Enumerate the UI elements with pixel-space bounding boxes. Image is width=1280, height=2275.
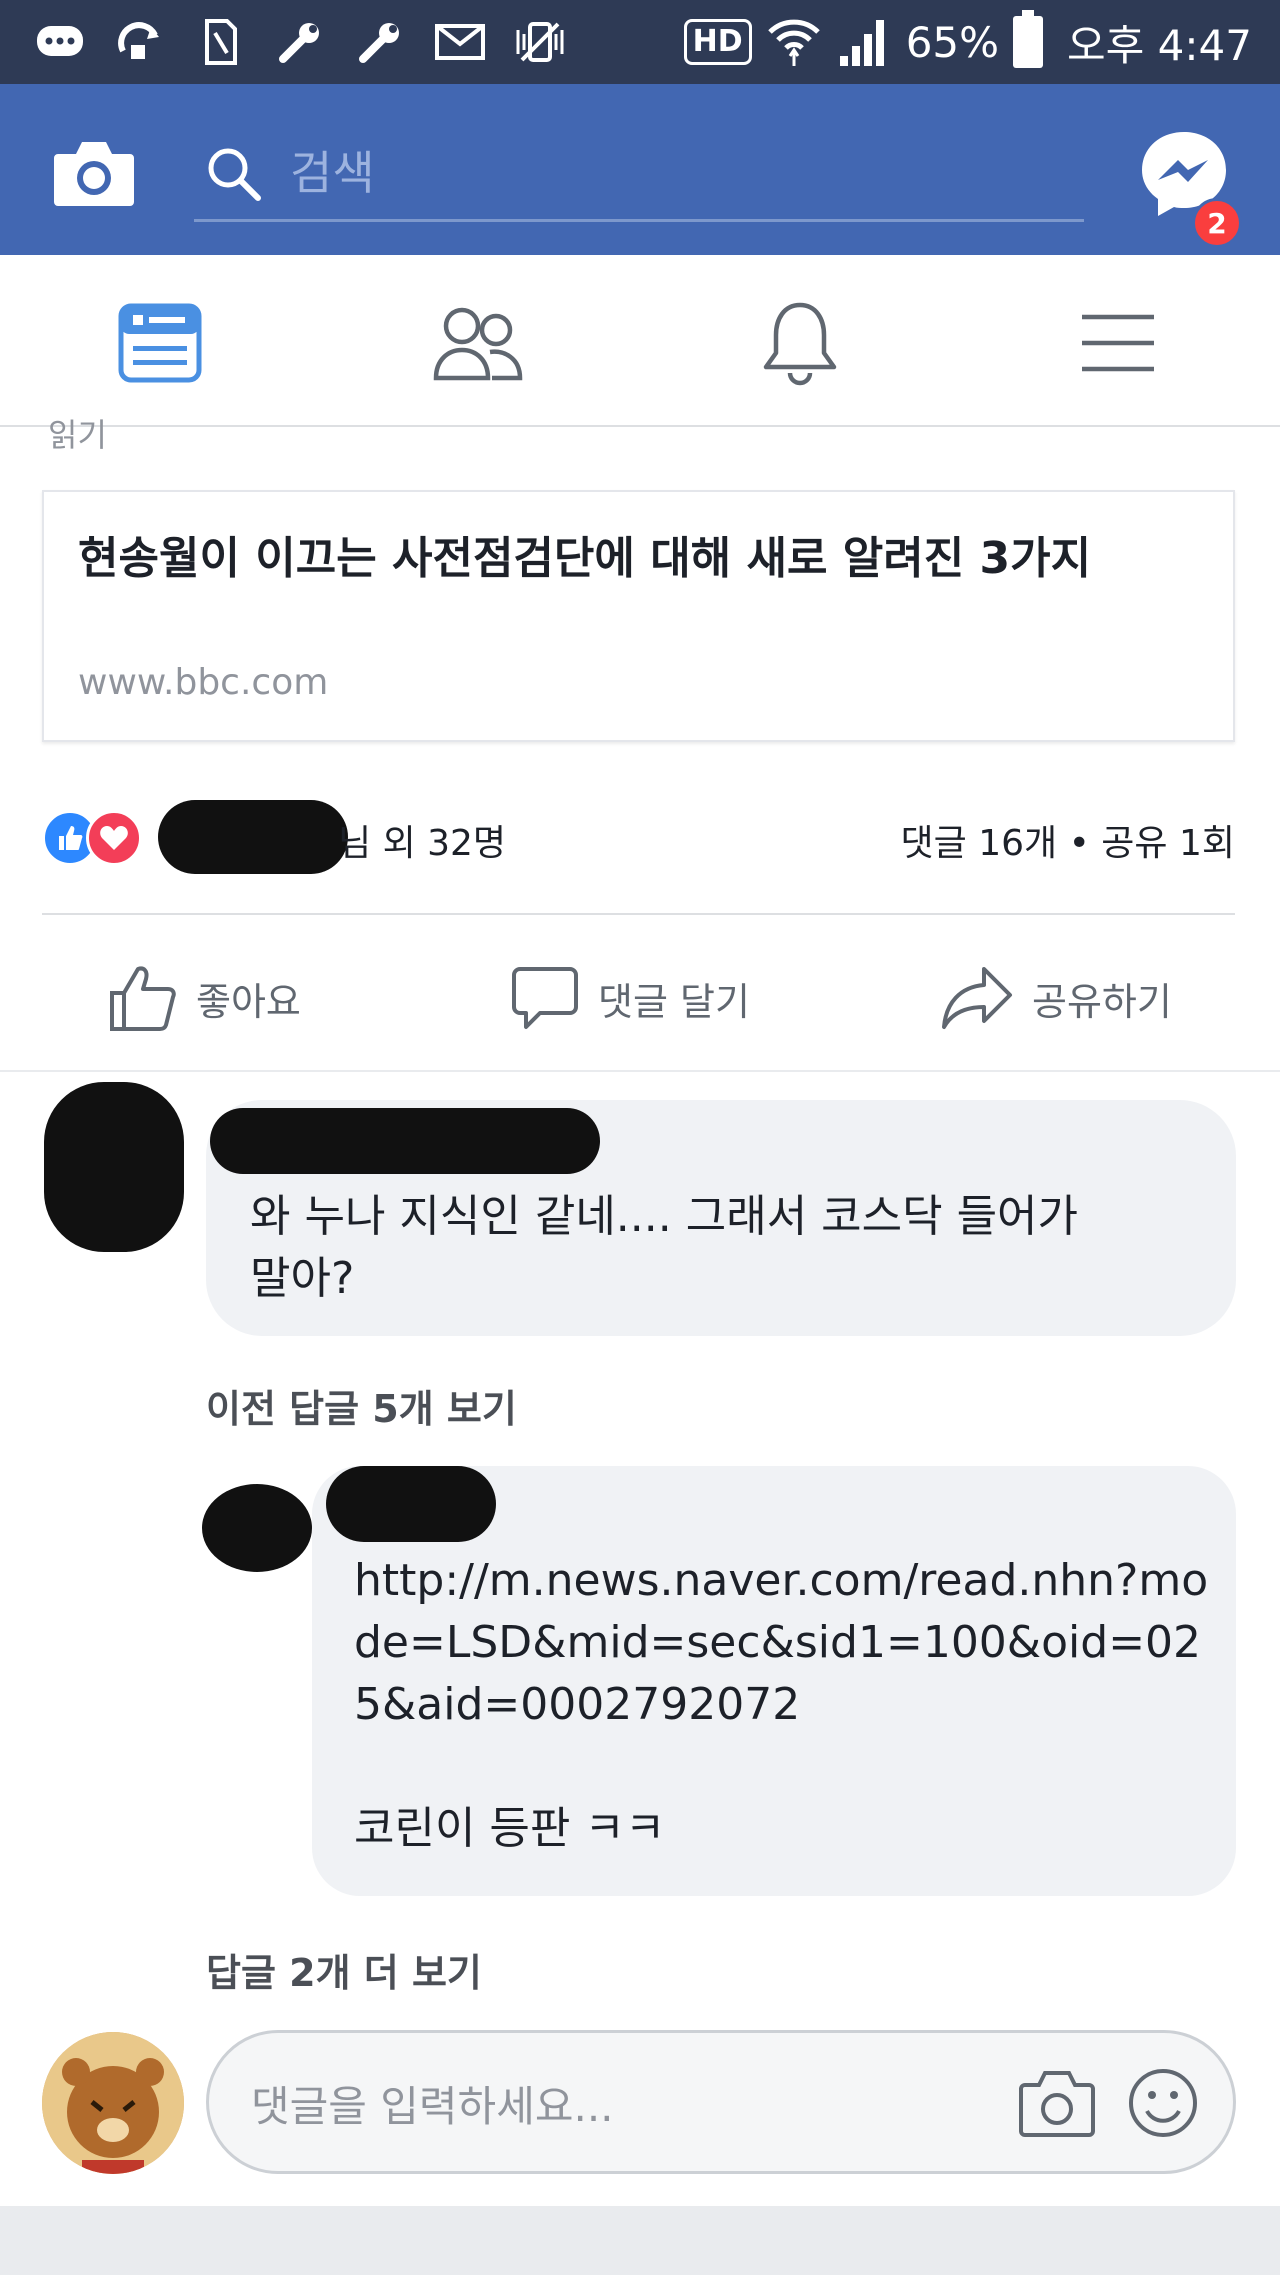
redacted-replier-name[interactable] [326,1466,496,1542]
truncated-text: 읽기 [48,416,107,450]
tab-news-feed[interactable] [110,295,210,391]
reaction-names: 님 외 32명 [338,823,507,864]
like-icon [110,966,176,1031]
share-icon [942,967,1012,1029]
comment-icon [512,967,578,1029]
camera-icon[interactable] [1019,2067,1095,2139]
signal-icon [839,20,884,66]
divider [42,913,1235,915]
vibrate-icon [512,19,568,65]
menu-icon [1082,314,1154,372]
tab-menu[interactable] [1068,295,1168,391]
comment-text: 와 누나 지식인 같네.... 그래서 코스닥 들어가 말아? [250,1191,1093,1304]
tab-notifications[interactable] [750,295,850,391]
replier-avatar[interactable] [202,1484,312,1572]
bottom-separator [0,2206,1280,2275]
search-bar[interactable] [194,128,1084,222]
friends-icon [433,307,523,381]
status-icons-left [32,14,568,70]
battery-icon [1013,10,1044,68]
comment-bubble: 와 누나 지식인 같네.... 그래서 코스닥 들어가 말아? [206,1100,1236,1336]
status-bar: HD 65% 오후 4:47 [0,0,1280,84]
wrench-icon [272,19,328,65]
messenger-badge: 2 [1192,198,1242,248]
share-button[interactable]: 공유하기 [940,958,1172,1038]
camera-icon[interactable] [52,136,136,208]
hd-icon: HD [683,19,752,65]
comment-share-stats[interactable]: 댓글 16개 • 공유 1회 [901,814,1235,866]
nav-tabs [0,255,1280,427]
news-feed-icon [118,303,202,383]
redacted-name [158,800,348,874]
comment-label: 댓글 달기 [598,979,750,1024]
reactions-bar[interactable]: 님 외 32명 댓글 16개 • 공유 1회 [42,800,1235,874]
user-avatar[interactable] [42,2032,184,2174]
reply-bubble: http://m.news.naver.com/read.nhn?mode=LS… [312,1466,1236,1896]
view-more-replies-link[interactable]: 답글 2개 더 보기 [206,1942,482,1997]
comment-input[interactable] [251,2071,1011,2141]
link-preview-card[interactable]: 현송월이 이끄는 사전점검단에 대해 새로 알려진 3가지 www.bbc.co… [42,490,1235,742]
link-domain: www.bbc.com [78,662,329,703]
link-title: 현송월이 이끄는 사전점검단에 대해 새로 알려진 3가지 [78,533,1092,584]
comment-button[interactable]: 댓글 달기 [510,958,750,1038]
status-icons-right: HD 65% 오후 4:47 [683,10,1252,74]
app-header: 2 [0,84,1280,255]
notifications-icon [763,302,837,386]
like-button[interactable]: 좋아요 [108,958,301,1038]
comment-composer[interactable] [206,2030,1236,2174]
redacted-commenter-name[interactable] [210,1108,600,1174]
battery-percent: 65% [905,17,1000,67]
post-actions: 좋아요 댓글 달기 공유하기 [0,930,1280,1060]
search-input[interactable] [290,138,1050,208]
search-icon [208,148,261,201]
sim-icon [192,19,248,65]
commenter-avatar[interactable] [44,1082,184,1252]
section-divider [0,1070,1280,1072]
reply-text[interactable]: http://m.news.naver.com/read.nhn?mode=LS… [354,1550,1214,1860]
view-previous-replies-link[interactable]: 이전 답글 5개 보기 [206,1378,517,1433]
emoji-icon[interactable] [1127,2067,1199,2139]
love-reaction-icon [86,810,142,866]
wifi-icon [767,19,820,66]
mail-icon [432,19,488,65]
like-label: 좋아요 [196,979,301,1024]
share-label: 공유하기 [1032,979,1172,1024]
wrench-icon [352,19,408,65]
chat-bubble-icon [32,19,88,65]
tab-friends[interactable] [428,295,528,391]
clock: 오후 4:47 [1067,20,1252,70]
sync-icon [112,19,168,65]
